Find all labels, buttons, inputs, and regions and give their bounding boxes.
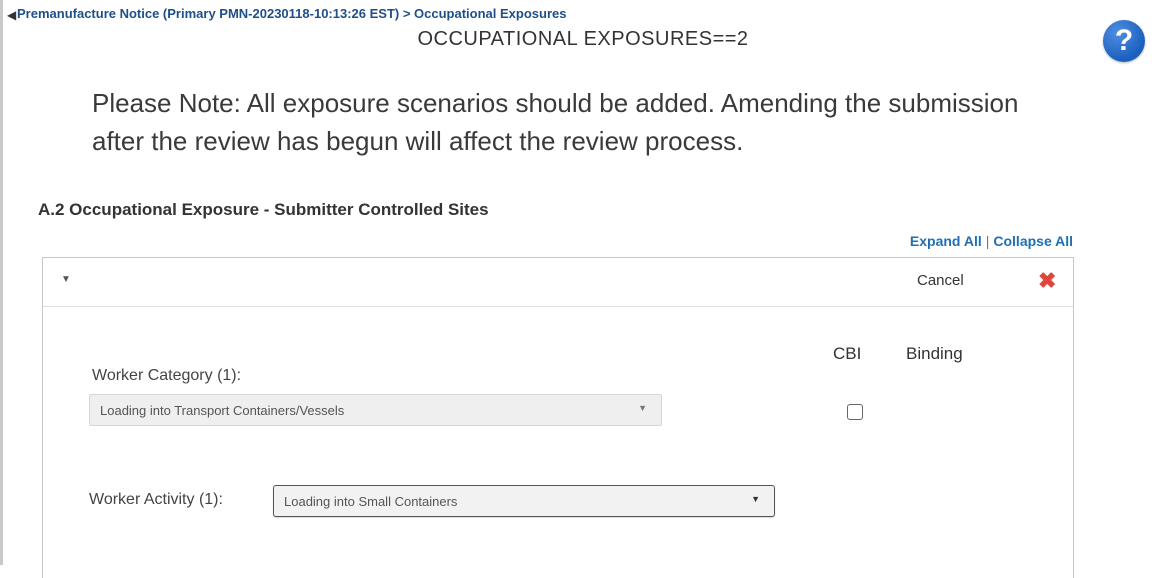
worker-activity-label: Worker Activity (1): <box>89 491 223 508</box>
link-separator: | <box>985 233 990 249</box>
cbi-checkbox[interactable] <box>847 404 863 420</box>
dropdown-arrow-icon: ▼ <box>751 494 760 504</box>
left-rail <box>0 0 3 565</box>
review-note: Please Note: All exposure scenarios shou… <box>92 88 1019 156</box>
exposure-panel: ▼ Cancel ✖ CBI Binding Worker Category (… <box>42 257 1074 578</box>
panel-header: ▼ Cancel ✖ <box>43 258 1073 307</box>
cancel-button[interactable]: Cancel <box>917 272 964 289</box>
breadcrumb[interactable]: Premanufacture Notice (Primary PMN-20230… <box>17 6 566 21</box>
expand-all-link[interactable]: Expand All <box>910 233 982 249</box>
worker-category-label: Worker Category (1): <box>92 367 242 384</box>
worker-activity-value: Loading into Small Containers <box>284 494 458 509</box>
caret-down-icon[interactable]: ▼ <box>61 274 71 285</box>
page-title: OCCUPATIONAL EXPOSURES==2 <box>417 28 749 50</box>
binding-column-header: Binding <box>906 344 963 363</box>
help-icon[interactable]: ? <box>1103 20 1145 62</box>
close-icon[interactable]: ✖ <box>1038 268 1056 294</box>
worker-category-select[interactable]: Loading into Transport Containers/Vessel… <box>89 394 662 426</box>
dropdown-arrow-icon: ▼ <box>638 403 647 413</box>
collapse-all-link[interactable]: Collapse All <box>993 233 1073 249</box>
cbi-column-header: CBI <box>833 344 862 363</box>
section-title: A.2 Occupational Exposure - Submitter Co… <box>38 200 489 219</box>
expand-collapse-links: Expand All | Collapse All <box>910 233 1073 249</box>
worker-activity-select[interactable]: Loading into Small Containers ▼ <box>273 485 775 517</box>
chevron-left-icon[interactable]: ◀ <box>7 8 16 22</box>
worker-category-value: Loading into Transport Containers/Vessel… <box>100 403 345 418</box>
